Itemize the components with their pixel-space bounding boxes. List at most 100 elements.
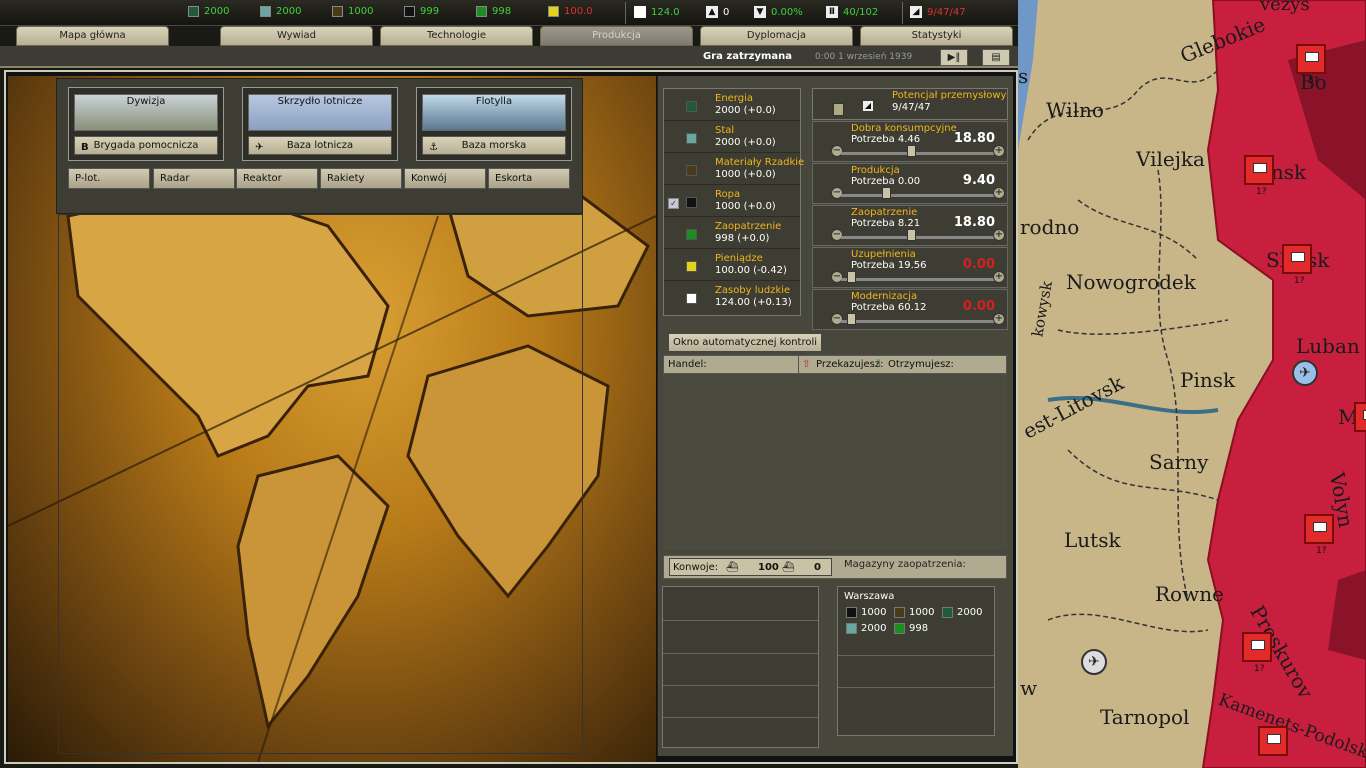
airbase-icon[interactable]: ✈ xyxy=(1292,360,1318,386)
support-brigade-button[interactable]: B Brygada pomocnicza xyxy=(74,136,218,155)
army-unit-icon[interactable] xyxy=(1258,726,1288,756)
resource-energy[interactable]: 2000 xyxy=(188,6,229,17)
slider-need: Potrzeba 0.00 xyxy=(851,176,921,187)
airbase-icon[interactable]: ✈ xyxy=(1081,649,1107,675)
tab-main-map[interactable]: Mapa główna xyxy=(16,26,169,46)
tab-technology[interactable]: Technologie xyxy=(380,26,533,46)
slider-handle[interactable] xyxy=(907,145,917,157)
auto-control-button[interactable]: Okno automatycznej kontroli xyxy=(668,333,822,352)
factory-icon: ◢ xyxy=(863,101,873,111)
army-unit-icon[interactable]: 1? xyxy=(1242,632,1272,674)
decrease-button[interactable]: − xyxy=(831,187,843,199)
tab-production[interactable]: Produkcja xyxy=(540,26,693,46)
resource-row[interactable]: Zasoby ludzkie 124.00 (+0.13) xyxy=(664,281,800,313)
decrease-button[interactable]: − xyxy=(831,145,843,157)
divider xyxy=(902,2,903,24)
resource-row[interactable]: ✓ Ropa 1000 (+0.0) xyxy=(664,185,800,217)
airbase-button[interactable]: ✈ Baza lotnicza xyxy=(248,136,392,155)
depot-item: 2000 xyxy=(846,623,886,634)
increase-button[interactable]: + xyxy=(993,229,1005,241)
oil-checkbox[interactable]: ✓ xyxy=(668,198,679,209)
army-unit-icon[interactable]: 5? xyxy=(1296,44,1326,86)
army-unit-icon[interactable]: 1? xyxy=(1282,244,1312,286)
slider-need: Potrzeba 19.56 xyxy=(851,260,927,271)
resource-steel[interactable]: 2000 xyxy=(260,6,301,17)
flotilla-button[interactable]: Flotylla xyxy=(422,94,566,131)
stat-transport[interactable]: ▲ 0 xyxy=(706,6,729,18)
air-wing-button[interactable]: Skrzydło lotnicze xyxy=(248,94,392,131)
tech-reactor-button[interactable]: Reaktor xyxy=(236,168,318,189)
tech-rockets-button[interactable]: Rakiety xyxy=(320,168,402,189)
transport-value: 0 xyxy=(723,6,730,18)
slider-value: 0.00 xyxy=(962,257,995,272)
tech-radar-button[interactable]: Radar xyxy=(153,168,235,189)
decrease-button[interactable]: − xyxy=(831,271,843,283)
convoy-box[interactable]: Konwoje: ⛴ 100 ⛴ 0 xyxy=(669,558,832,576)
resource-money[interactable]: 100.0 xyxy=(548,6,593,17)
resource-supplies[interactable]: 998 xyxy=(476,6,511,17)
tab-statistics[interactable]: Statystyki xyxy=(860,26,1013,46)
tab-intelligence[interactable]: Wywiad xyxy=(220,26,373,46)
naval-base-label: Baza morska xyxy=(461,140,527,151)
slider-track[interactable] xyxy=(841,194,995,197)
resource-row[interactable]: Materiały Rzadkie 1000 (+0.0) xyxy=(664,153,804,185)
increase-button[interactable]: + xyxy=(993,271,1005,283)
army-unit-icon[interactable]: 1? xyxy=(1244,155,1274,197)
stat-manpower[interactable]: 124.0 xyxy=(634,6,680,18)
stat-officers[interactable]: Ⅱ 40/102 xyxy=(826,6,878,18)
escort-count: 0 xyxy=(814,562,821,573)
slider-track[interactable] xyxy=(841,320,995,323)
resource-row[interactable]: Zaopatrzenie 998 (+0.0) xyxy=(664,217,800,249)
tech-convoy-button[interactable]: Konwój xyxy=(404,168,486,189)
slider-handle[interactable] xyxy=(847,313,856,325)
slider-handle[interactable] xyxy=(882,187,891,199)
resource-oil[interactable]: 999 xyxy=(404,6,439,17)
increase-button[interactable]: + xyxy=(993,187,1005,199)
convoy-list[interactable] xyxy=(662,586,819,748)
naval-base-button[interactable]: ⚓ Baza morska xyxy=(422,136,566,155)
ic-lock-icon[interactable] xyxy=(833,103,844,116)
division-box: Dywizja B Brygada pomocnicza xyxy=(68,87,224,161)
resource-row[interactable]: Stal 2000 (+0.0) xyxy=(664,121,800,153)
division-button[interactable]: Dywizja xyxy=(74,94,218,131)
province-map[interactable]: vezys Glebokie Wilno Vilejka rodno Nowog… xyxy=(1018,0,1366,768)
game-paused-label: Gra zatrzymana xyxy=(703,51,793,62)
tech-aa-button[interactable]: P-lot. xyxy=(68,168,150,189)
slider-track[interactable] xyxy=(841,152,995,155)
air-wing-box: Skrzydło lotnicze ✈ Baza lotnicza xyxy=(242,87,398,161)
trade-list[interactable] xyxy=(663,374,1007,550)
stat-ic[interactable]: ◢ 9/47/47 xyxy=(910,6,966,18)
unit-counter xyxy=(1313,522,1327,532)
money-value: 100.0 xyxy=(564,6,593,17)
increase-button[interactable]: + xyxy=(993,145,1005,157)
decrease-button[interactable]: − xyxy=(831,313,843,325)
map-label: Sarny xyxy=(1149,450,1209,474)
increase-button[interactable]: + xyxy=(993,313,1005,325)
depot-value: 2000 xyxy=(861,623,887,634)
unit-count: 1? xyxy=(1256,187,1267,197)
slider-handle[interactable] xyxy=(907,229,917,241)
map-label: rodno xyxy=(1020,215,1080,239)
slider-track[interactable] xyxy=(841,236,995,239)
supply-depot-card[interactable]: Warszawa 1000 1000 2000 2000 998 xyxy=(837,586,995,736)
army-unit-icon[interactable] xyxy=(1354,402,1366,432)
manpower-icon xyxy=(634,6,646,18)
slider-need: Potrzeba 60.12 xyxy=(851,302,927,313)
unit-count: 1? xyxy=(1294,276,1305,286)
army-unit-icon[interactable]: 1? xyxy=(1304,514,1334,556)
production-queue[interactable] xyxy=(58,214,583,754)
menu-button[interactable]: ▤ xyxy=(982,49,1010,66)
play-pause-button[interactable]: ▶‖ xyxy=(940,49,968,66)
tab-diplomacy[interactable]: Dyplomacja xyxy=(700,26,853,46)
resource-row[interactable]: Energia 2000 (+0.0) xyxy=(664,89,800,121)
resource-name: Zaopatrzenie xyxy=(715,221,782,232)
slider-handle[interactable] xyxy=(847,271,856,283)
slider-track[interactable] xyxy=(841,278,995,281)
stat-dissent[interactable]: ▼ 0.00% xyxy=(754,6,803,18)
energy-swatch xyxy=(942,607,953,618)
resource-rare[interactable]: 1000 xyxy=(332,6,373,17)
resource-row[interactable]: Pieniądze 100.00 (-0.42) xyxy=(664,249,800,281)
decrease-button[interactable]: − xyxy=(831,229,843,241)
tech-escort-button[interactable]: Eskorta xyxy=(488,168,570,189)
slider-label: Zaopatrzenie xyxy=(851,207,918,218)
